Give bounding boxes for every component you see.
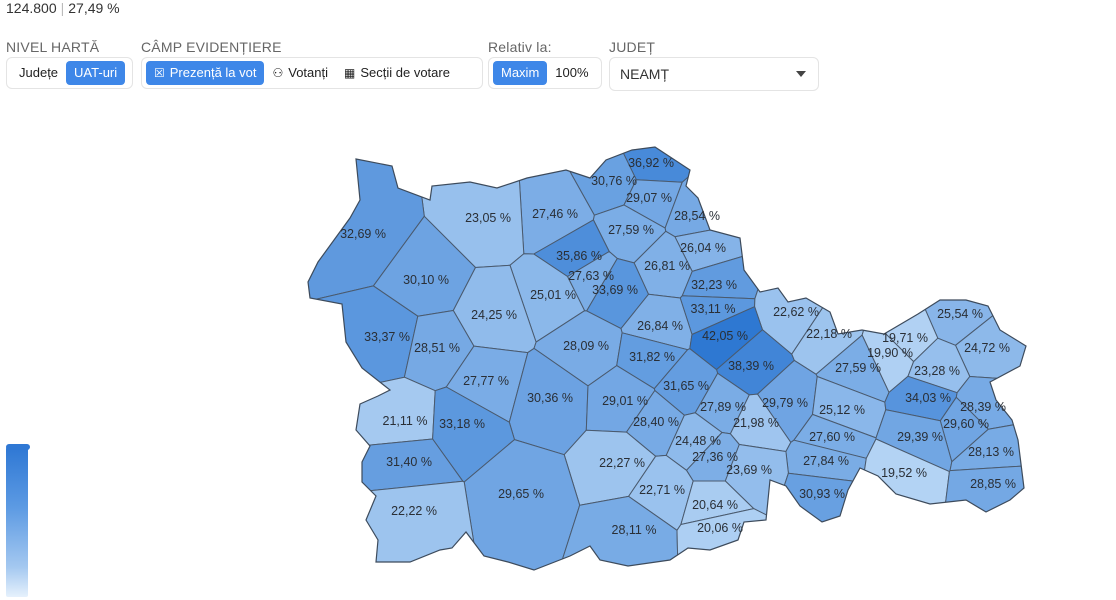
map-region-label: 25,54 %	[937, 307, 983, 321]
map-region-label: 28,54 %	[674, 209, 720, 223]
map-region-label: 27,89 %	[700, 400, 746, 414]
map-region-label: 20,64 %	[692, 498, 738, 512]
map-region-label: 27,36 %	[692, 450, 738, 464]
map-region-label: 36,92 %	[628, 156, 674, 170]
map-region-label: 29,07 %	[626, 191, 672, 205]
map-region-label: 33,18 %	[439, 417, 485, 431]
map-region-label: 28,40 %	[633, 415, 679, 429]
map-region-label: 22,18 %	[806, 327, 852, 341]
map-region-label: 33,11 %	[691, 302, 736, 316]
map-region-label: 28,09 %	[563, 339, 609, 353]
map-region-label: 29,01 %	[602, 394, 648, 408]
map-region-label: 30,93 %	[799, 487, 845, 501]
map-region-label: 27,63 %	[568, 269, 614, 283]
map-region-label: 26,04 %	[680, 241, 726, 255]
map-region-label: 38,39 %	[728, 359, 774, 373]
map-region-label: 32,23 %	[691, 278, 737, 292]
map-region-label: 28,13 %	[968, 445, 1014, 459]
map-region-label: 32,69 %	[340, 227, 386, 241]
map-region-label: 27,59 %	[608, 223, 654, 237]
map-region-label: 30,10 %	[403, 273, 449, 287]
map-region-label: 27,59 %	[835, 361, 881, 375]
map-region-label: 23,69 %	[726, 463, 772, 477]
map-region-label: 25,01 %	[530, 288, 576, 302]
map-region-label: 22,27 %	[599, 456, 645, 470]
map-region-label: 29,79 %	[762, 396, 808, 410]
map-region-label: 27,60 %	[809, 430, 855, 444]
map-region-label: 25,12 %	[819, 403, 865, 417]
map-region-label: 21,98 %	[733, 416, 779, 430]
map-region-label: 31,82 %	[629, 350, 675, 364]
map-region-label: 24,48 %	[675, 434, 721, 448]
map-region-label: 29,65 %	[498, 487, 544, 501]
map-region-label: 19,71 %	[882, 331, 928, 345]
map-region-label: 28,51 %	[414, 341, 460, 355]
map-region-label: 20,06 %	[697, 521, 743, 535]
map-region-label: 30,76 %	[591, 174, 637, 188]
map-region-label: 26,81 %	[644, 259, 690, 273]
map-region-label: 24,72 %	[964, 341, 1010, 355]
map-region-label: 21,11 %	[383, 414, 428, 428]
map-region-label: 26,84 %	[637, 319, 683, 333]
map-region-label: 30,36 %	[527, 391, 573, 405]
map-region-label: 27,77 %	[463, 374, 509, 388]
map-region-label: 28,85 %	[970, 477, 1016, 491]
choropleth-map: 36,92 % 30,76 % 29,07 %28,54 % 27,46 % 23,05…	[290, 146, 1027, 580]
map-region-label: 27,46 %	[532, 207, 578, 221]
map-region-label: 22,71 %	[639, 483, 685, 497]
map-region-label: 19,52 %	[881, 466, 927, 480]
map-region-label: 23,05 %	[465, 211, 511, 225]
map-region-label: 31,40 %	[386, 455, 432, 469]
map-region-label: 31,65 %	[663, 379, 709, 393]
legend-max-marker	[6, 444, 30, 450]
map-region-label: 24,25 %	[471, 308, 517, 322]
map-region-label: 42,05 %	[702, 329, 748, 343]
map-region-label: 23,28 %	[914, 364, 960, 378]
map-region-label: 34,03 %	[905, 391, 951, 405]
map-region-label: 33,37 %	[364, 330, 410, 344]
map-region-label: 33,69 %	[592, 283, 638, 297]
map-region[interactable]	[290, 480, 481, 580]
map-region-label: 29,39 %	[897, 430, 943, 444]
color-scale-legend	[6, 447, 28, 597]
map-region-label: 28,11 %	[612, 523, 657, 537]
map-region-label: 27,84 %	[803, 454, 849, 468]
map-region-label: 28,39 %	[960, 400, 1006, 414]
map-region-label: 22,22 %	[391, 504, 437, 518]
map-region-label: 22,62 %	[773, 305, 819, 319]
map-region-label: 19,90 %	[867, 346, 913, 360]
map-region-label: 35,86 %	[556, 249, 602, 263]
map-region-label: 29,60 %	[943, 417, 989, 431]
